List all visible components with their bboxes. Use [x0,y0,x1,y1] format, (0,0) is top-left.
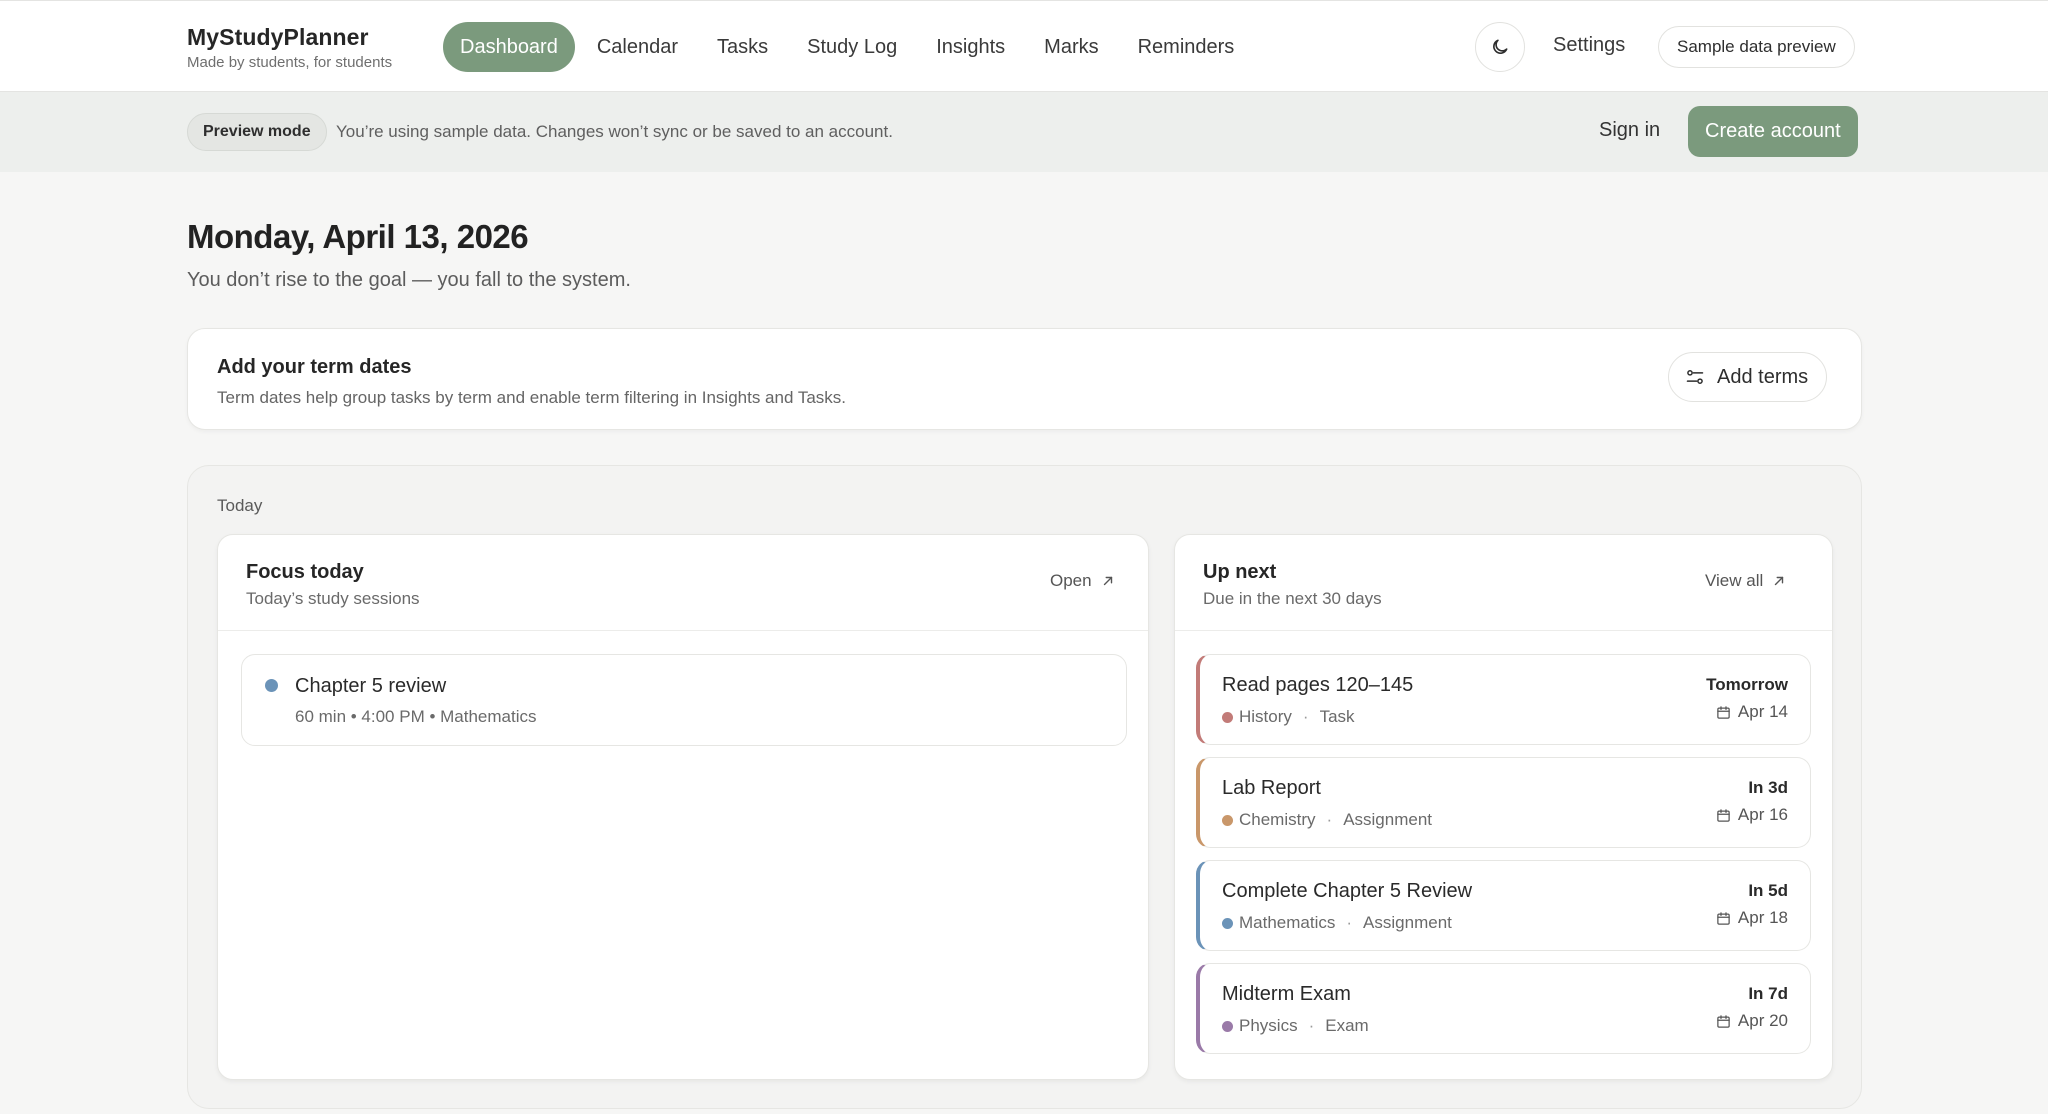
moon-icon [1490,37,1510,57]
up-next-title: Up next [1203,561,1276,584]
session-title: Chapter 5 review [295,675,446,698]
sliders-icon [1685,367,1705,387]
item-subject: Physics [1239,1016,1298,1036]
item-title: Lab Report [1222,777,1321,800]
arrow-up-right-icon [1772,574,1786,588]
term-dates-card: Add your term dates Term dates help grou… [187,328,1862,430]
preview-mode-badge: Preview mode [187,113,327,151]
item-type: Exam [1325,1016,1368,1036]
arrow-up-right-icon [1101,574,1115,588]
item-type: Task [1320,707,1355,727]
subject-color-dot [1222,1021,1233,1032]
sample-data-preview-button[interactable]: Sample data preview [1658,26,1855,68]
brand-name: MyStudyPlanner [187,24,392,51]
nav-item-calendar[interactable]: Calendar [580,22,695,72]
open-link-label: Open [1050,571,1092,591]
session-meta: 60 min • 4:00 PM • Mathematics [295,707,537,727]
item-title: Midterm Exam [1222,983,1351,1006]
up-next-panel: Up next Due in the next 30 days View all… [1174,534,1833,1080]
nav-item-dashboard[interactable]: Dashboard [443,22,575,72]
term-card-title: Add your term dates [217,356,411,379]
calendar-icon [1716,808,1731,823]
calendar-icon [1716,911,1731,926]
item-due-date: Apr 20 [1716,1011,1788,1031]
item-due-date: Apr 16 [1716,805,1788,825]
sign-in-link[interactable]: Sign in [1599,119,1660,142]
brand[interactable]: MyStudyPlanner Made by students, for stu… [187,24,392,71]
preview-banner-text: You’re using sample data. Changes won’t … [336,122,893,142]
add-terms-button[interactable]: Add terms [1668,352,1827,402]
item-due-date: Apr 14 [1716,702,1788,722]
focus-today-panel: Focus today Today’s study sessions Open … [217,534,1149,1080]
up-next-subtitle: Due in the next 30 days [1203,589,1382,609]
study-session-card[interactable]: Chapter 5 review 60 min • 4:00 PM • Math… [241,654,1127,746]
item-relative-due: In 5d [1748,881,1788,901]
brand-tagline: Made by students, for students [187,54,392,71]
create-account-button[interactable]: Create account [1688,106,1858,157]
view-all-link[interactable]: View all [1705,571,1786,591]
page-title: Monday, April 13, 2026 [187,218,528,256]
item-date-text: Apr 16 [1738,805,1788,825]
item-meta: History · Task [1222,707,1355,727]
separator-dot: · [1309,1016,1315,1036]
item-date-text: Apr 18 [1738,908,1788,928]
calendar-icon [1716,705,1731,720]
motivational-quote: You don’t rise to the goal — you fall to… [187,269,631,292]
view-all-label: View all [1705,571,1763,591]
item-title: Complete Chapter 5 Review [1222,880,1472,903]
today-section: Today Focus today Today’s study sessions… [187,465,1862,1109]
item-type: Assignment [1363,913,1452,933]
today-section-label: Today [217,496,262,516]
list-item[interactable]: Read pages 120–145 History · Task Tomorr… [1196,654,1811,745]
nav-item-marks[interactable]: Marks [1027,22,1115,72]
separator-dot: · [1303,707,1309,727]
top-navigation-bar: MyStudyPlanner Made by students, for stu… [0,0,2048,92]
item-relative-due: Tomorrow [1706,675,1788,695]
list-item[interactable]: Complete Chapter 5 Review Mathematics · … [1196,860,1811,951]
main-nav: Dashboard Calendar Tasks Study Log Insig… [443,22,1256,72]
subject-color-dot [1222,712,1233,723]
nav-item-insights[interactable]: Insights [919,22,1022,72]
item-meta: Mathematics · Assignment [1222,913,1452,933]
list-item[interactable]: Lab Report Chemistry · Assignment In 3d … [1196,757,1811,848]
subject-color-dot [1222,918,1233,929]
nav-item-tasks[interactable]: Tasks [700,22,785,72]
up-next-header: Up next Due in the next 30 days View all [1175,535,1832,631]
open-link[interactable]: Open [1050,571,1115,591]
focus-today-subtitle: Today’s study sessions [246,589,420,609]
nav-item-reminders[interactable]: Reminders [1121,22,1252,72]
item-type: Assignment [1343,810,1432,830]
preview-banner: Preview mode You’re using sample data. C… [0,92,2048,172]
add-terms-label: Add terms [1717,366,1808,389]
item-subject: History [1239,707,1292,727]
separator-dot: · [1327,810,1333,830]
item-title: Read pages 120–145 [1222,674,1413,697]
item-subject: Chemistry [1239,810,1316,830]
subject-color-dot [265,679,278,692]
item-meta: Physics · Exam [1222,1016,1369,1036]
focus-today-header: Focus today Today’s study sessions Open [218,535,1148,631]
nav-item-study-log[interactable]: Study Log [790,22,914,72]
item-date-text: Apr 20 [1738,1011,1788,1031]
item-subject: Mathematics [1239,913,1335,933]
term-card-description: Term dates help group tasks by term and … [217,388,846,408]
list-item[interactable]: Midterm Exam Physics · Exam In 7d Apr 20 [1196,963,1811,1054]
item-meta: Chemistry · Assignment [1222,810,1432,830]
separator-dot: · [1346,913,1352,933]
subject-color-dot [1222,815,1233,826]
settings-link[interactable]: Settings [1553,34,1625,57]
item-due-date: Apr 18 [1716,908,1788,928]
theme-toggle-button[interactable] [1475,22,1525,72]
item-relative-due: In 7d [1748,984,1788,1004]
item-date-text: Apr 14 [1738,702,1788,722]
calendar-icon [1716,1014,1731,1029]
item-relative-due: In 3d [1748,778,1788,798]
focus-today-title: Focus today [246,561,364,584]
